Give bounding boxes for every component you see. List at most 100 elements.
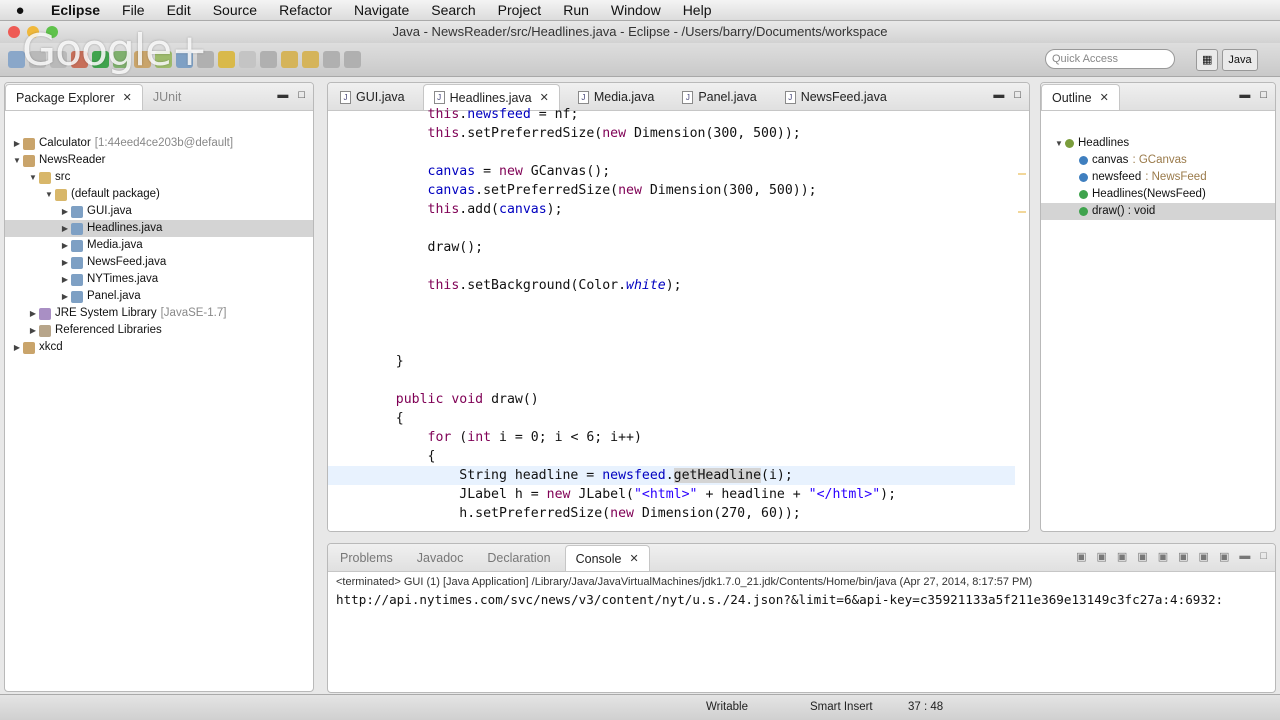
twisty-icon[interactable]: ▶ bbox=[27, 305, 39, 322]
back-icon[interactable] bbox=[323, 51, 340, 68]
twisty-icon[interactable]: ▼ bbox=[43, 186, 55, 203]
tree-node-icon bbox=[71, 222, 83, 235]
minimize-icon[interactable]: ▬ bbox=[1239, 550, 1250, 563]
tab-problems[interactable]: Problems bbox=[330, 545, 403, 571]
search-icon[interactable] bbox=[218, 51, 235, 68]
tree-item[interactable]: ▶ Headlines.java bbox=[5, 220, 313, 237]
code-editor[interactable]: this.newsfeed = nf; this.setPreferredSiz… bbox=[328, 107, 1029, 531]
tab-junit[interactable]: JUnit bbox=[143, 84, 191, 110]
java-perspective-button[interactable]: Java bbox=[1222, 49, 1258, 71]
twisty-icon[interactable]: ▼ bbox=[27, 169, 39, 186]
close-icon[interactable]: ✕ bbox=[1100, 85, 1109, 111]
java-file-icon: J bbox=[784, 90, 796, 104]
twisty-icon[interactable]: ▶ bbox=[59, 288, 71, 305]
remove-launch-icon[interactable]: ▣ bbox=[1097, 550, 1107, 563]
twisty-icon[interactable]: ▼ bbox=[11, 152, 23, 169]
outline-item[interactable]: Headlines(NewsFeed) bbox=[1041, 186, 1275, 203]
overview-ruler[interactable] bbox=[1017, 111, 1027, 531]
terminate-icon[interactable]: ▣ bbox=[1076, 550, 1086, 563]
menu-eclipse[interactable]: Eclipse bbox=[40, 0, 111, 21]
maximize-icon[interactable]: □ bbox=[1260, 89, 1267, 101]
status-cursor-position: 37 : 48 bbox=[908, 701, 944, 713]
outline-item[interactable]: canvas: GCanvas bbox=[1041, 152, 1275, 169]
menu-navigate[interactable]: Navigate bbox=[343, 0, 420, 21]
twisty-icon[interactable]: ▶ bbox=[11, 339, 23, 356]
tree-item[interactable]: ▼ (default package) bbox=[5, 186, 313, 203]
close-window-button[interactable] bbox=[8, 26, 20, 38]
code-token: new bbox=[610, 506, 634, 521]
outline-item[interactable]: draw() : void bbox=[1041, 203, 1275, 220]
quick-access-input[interactable]: Quick Access bbox=[1045, 49, 1175, 69]
twisty-icon[interactable]: ▶ bbox=[59, 254, 71, 271]
twisty-icon[interactable]: ▶ bbox=[11, 135, 23, 152]
console-output[interactable]: http://api.nytimes.com/svc/news/v3/conte… bbox=[336, 592, 1223, 607]
console-tab-label: Problems bbox=[340, 551, 393, 565]
outline-member-icon bbox=[1079, 190, 1088, 199]
tree-item[interactable]: ▶ xkcd bbox=[5, 339, 313, 356]
twisty-icon[interactable]: ▼ bbox=[1053, 135, 1065, 152]
scroll-lock-icon[interactable]: ▣ bbox=[1137, 550, 1147, 563]
package-tree: ▶ Calculator [1:44eed4ce203b@default] ▼ News… bbox=[5, 111, 313, 356]
tab-outline[interactable]: Outline ✕ bbox=[1041, 84, 1120, 110]
twisty-icon[interactable]: ▶ bbox=[59, 237, 71, 254]
tree-item-label: NewsFeed.java bbox=[87, 256, 167, 268]
menu-source[interactable]: Source bbox=[202, 0, 268, 21]
close-icon[interactable]: ✕ bbox=[123, 85, 132, 111]
tree-item[interactable]: ▶ NewsFeed.java bbox=[5, 254, 313, 271]
maximize-icon[interactable]: □ bbox=[1014, 89, 1021, 101]
tree-item[interactable]: ▶ NYTimes.java bbox=[5, 271, 313, 288]
display-console-icon[interactable]: ▣ bbox=[1199, 550, 1209, 563]
word-wrap-icon[interactable]: ▣ bbox=[1158, 550, 1168, 563]
twisty-icon[interactable]: ▶ bbox=[59, 203, 71, 220]
tab-console[interactable]: Console ✕ bbox=[564, 545, 650, 572]
minimize-icon[interactable]: ▬ bbox=[1239, 89, 1250, 101]
tab-declaration[interactable]: Declaration bbox=[477, 545, 560, 571]
code-token: new bbox=[618, 183, 642, 198]
menu-window[interactable]: Window bbox=[600, 0, 672, 21]
next-annotation-icon[interactable] bbox=[281, 51, 298, 68]
outline-item-type: : NewsFeed bbox=[1145, 171, 1207, 183]
twisty-icon[interactable]: ▶ bbox=[59, 271, 71, 288]
tree-item-label: Calculator bbox=[39, 137, 91, 149]
tree-item[interactable]: ▶ Calculator [1:44eed4ce203b@default] bbox=[5, 135, 313, 152]
menu-project[interactable]: Project bbox=[487, 0, 553, 21]
maximize-icon[interactable]: □ bbox=[1260, 550, 1267, 563]
tab-package-explorer[interactable]: Package Explorer ✕ bbox=[5, 84, 143, 110]
code-line: canvas = new GCanvas(); bbox=[427, 164, 611, 179]
apple-icon[interactable]: ● bbox=[0, 2, 40, 19]
tab-javadoc[interactable]: Javadoc bbox=[407, 545, 474, 571]
tree-item[interactable]: ▶ GUI.java bbox=[5, 203, 313, 220]
close-icon[interactable]: ✕ bbox=[629, 546, 638, 572]
outline-member-icon bbox=[1079, 173, 1088, 182]
remove-all-icon[interactable]: ▣ bbox=[1117, 550, 1127, 563]
outline-item[interactable]: newsfeed: NewsFeed bbox=[1041, 169, 1275, 186]
twisty-icon[interactable]: ▶ bbox=[59, 220, 71, 237]
code-line: h.setPreferredSize(new Dimension(270, 60… bbox=[364, 506, 801, 521]
menu-edit[interactable]: Edit bbox=[156, 0, 202, 21]
menu-refactor[interactable]: Refactor bbox=[268, 0, 343, 21]
open-console-icon[interactable]: ▣ bbox=[1219, 550, 1229, 563]
minimize-icon[interactable]: ▬ bbox=[993, 89, 1004, 101]
code-token: getHeadline bbox=[673, 468, 762, 483]
toggle-mark-icon[interactable] bbox=[239, 51, 256, 68]
outline-item[interactable]: ▼ Headlines bbox=[1041, 135, 1275, 152]
menu-file[interactable]: File bbox=[111, 0, 156, 21]
menu-search[interactable]: Search bbox=[420, 0, 486, 21]
menu-help[interactable]: Help bbox=[672, 0, 723, 21]
tree-item[interactable]: ▶ Referenced Libraries bbox=[5, 322, 313, 339]
tree-item[interactable]: ▶ JRE System Library [JavaSE-1.7] bbox=[5, 305, 313, 322]
tree-item[interactable]: ▶ Media.java bbox=[5, 237, 313, 254]
twisty-icon[interactable]: ▶ bbox=[27, 322, 39, 339]
open-perspective-button[interactable]: ▦ bbox=[1196, 49, 1219, 71]
pin-console-icon[interactable]: ▣ bbox=[1178, 550, 1188, 563]
show-whitespace-icon[interactable] bbox=[260, 51, 277, 68]
tree-item[interactable]: ▶ Panel.java bbox=[5, 288, 313, 305]
tree-item[interactable]: ▼ NewsReader bbox=[5, 152, 313, 169]
prev-annotation-icon[interactable] bbox=[302, 51, 319, 68]
maximize-icon[interactable]: □ bbox=[298, 89, 305, 101]
menu-run[interactable]: Run bbox=[552, 0, 600, 21]
tree-item[interactable]: ▼ src bbox=[5, 169, 313, 186]
forward-icon[interactable] bbox=[344, 51, 361, 68]
minimize-icon[interactable]: ▬ bbox=[277, 89, 288, 101]
